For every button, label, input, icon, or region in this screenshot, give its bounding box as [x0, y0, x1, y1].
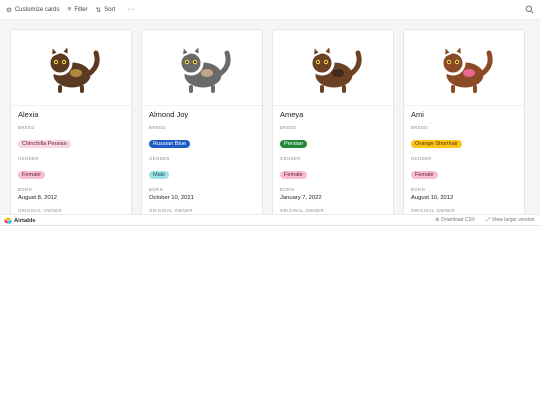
brand-name: Airtable	[14, 217, 36, 224]
breed-pill: Orange Shorthair	[411, 140, 462, 148]
owner-label: ORIGINAL OWNER	[411, 208, 456, 213]
born-field: BORN January 7, 2022	[280, 187, 386, 202]
card-title: Ameya	[280, 110, 304, 119]
record-card[interactable]: Alexia BREED Chinchilla Persian GENDER F…	[10, 29, 132, 214]
breed-field: BREED Chinchilla Persian	[18, 125, 124, 150]
palette-icon: ⚙	[6, 6, 12, 14]
born-field: BORN October 10, 2021	[149, 187, 255, 202]
gender-label: GENDER	[280, 156, 301, 161]
record-card[interactable]: Almond Joy BREED Russian Blue GENDER Mal…	[141, 29, 263, 214]
card-title: Ami	[411, 110, 424, 119]
card-title: Almond Joy	[149, 110, 189, 119]
born-field: BORN August 10, 2012	[411, 187, 517, 202]
breed-pill: Persian	[280, 140, 307, 148]
airtable-logo[interactable]: Airtable	[4, 217, 36, 224]
cat-sticker-icon	[309, 42, 362, 93]
owner-label: ORIGINAL OWNER	[18, 208, 63, 213]
expand-icon: ⤢	[486, 217, 491, 223]
filter-icon: ≡	[67, 6, 72, 13]
cat-image	[11, 30, 131, 106]
breed-label: BREED	[411, 125, 428, 130]
filter-button[interactable]: ≡ Filter	[68, 6, 88, 13]
gender-field: GENDER Female	[411, 156, 517, 181]
born-value: October 10, 2021	[149, 195, 194, 201]
gender-field: GENDER Male	[149, 156, 255, 181]
customize-cards-button[interactable]: ⚙ Customize cards	[6, 6, 60, 14]
toolbar: ⚙ Customize cards ≡ Filter ⇅ Sort ···	[0, 0, 540, 20]
born-field: BORN August 8, 2012	[18, 187, 124, 202]
view-larger-label: View larger version	[492, 217, 535, 223]
gender-pill: Female	[411, 171, 438, 179]
breed-label: BREED	[280, 125, 297, 130]
born-label: BORN	[280, 187, 295, 192]
gender-label: GENDER	[149, 156, 170, 161]
breed-field: BREED Persian	[280, 125, 386, 150]
more-options-button[interactable]: ···	[127, 6, 136, 13]
sort-label: Sort	[104, 6, 116, 13]
gender-label: GENDER	[411, 156, 432, 161]
card-gallery: Alexia BREED Chinchilla Persian GENDER F…	[0, 20, 540, 214]
view-larger-link[interactable]: ⤢ View larger version	[486, 217, 534, 223]
airtable-icon	[4, 217, 12, 224]
born-value: August 10, 2012	[411, 195, 454, 201]
download-csv-label: Download CSV	[441, 217, 476, 223]
cat-sticker-icon	[178, 42, 231, 93]
record-card[interactable]: Ami BREED Orange Shorthair GENDER Female…	[403, 29, 525, 214]
cat-image	[404, 30, 524, 106]
filter-label: Filter	[74, 6, 88, 13]
breed-field: BREED Russian Blue	[149, 125, 255, 150]
sort-button[interactable]: ⇅ Sort	[96, 6, 115, 14]
born-label: BORN	[149, 187, 164, 192]
gender-pill: Male	[149, 171, 170, 179]
cat-image	[142, 30, 262, 106]
breed-field: BREED Orange Shorthair	[411, 125, 517, 150]
born-label: BORN	[18, 187, 33, 192]
download-csv-link[interactable]: ⊕ Download CSV	[435, 217, 475, 223]
cat-sticker-icon	[47, 42, 100, 93]
customize-cards-label: Customize cards	[14, 6, 60, 13]
born-value: August 8, 2012	[18, 195, 57, 201]
owner-label: ORIGINAL OWNER	[280, 208, 325, 213]
gender-pill: Female	[280, 171, 307, 179]
breed-pill: Russian Blue	[149, 140, 190, 148]
born-value: January 7, 2022	[280, 195, 322, 201]
breed-pill: Chinchilla Persian	[18, 140, 71, 148]
gender-label: GENDER	[18, 156, 39, 161]
search-icon[interactable]	[525, 5, 534, 14]
sort-icon: ⇅	[95, 6, 102, 14]
card-title: Alexia	[18, 110, 39, 119]
embedded-view: ⚙ Customize cards ≡ Filter ⇅ Sort ··· Al…	[0, 0, 540, 226]
gender-pill: Female	[18, 171, 45, 179]
download-icon: ⊕	[435, 217, 440, 223]
breed-label: BREED	[18, 125, 35, 130]
gender-field: GENDER Female	[18, 156, 124, 181]
footer: Airtable ⊕ Download CSV ⤢ View larger ve…	[0, 214, 540, 225]
born-label: BORN	[411, 187, 426, 192]
breed-label: BREED	[149, 125, 166, 130]
cat-image	[273, 30, 393, 106]
cat-sticker-icon	[440, 42, 493, 93]
gender-field: GENDER Female	[280, 156, 386, 181]
record-card[interactable]: Ameya BREED Persian GENDER Female BORN J…	[272, 29, 394, 214]
owner-label: ORIGINAL OWNER	[149, 208, 194, 213]
